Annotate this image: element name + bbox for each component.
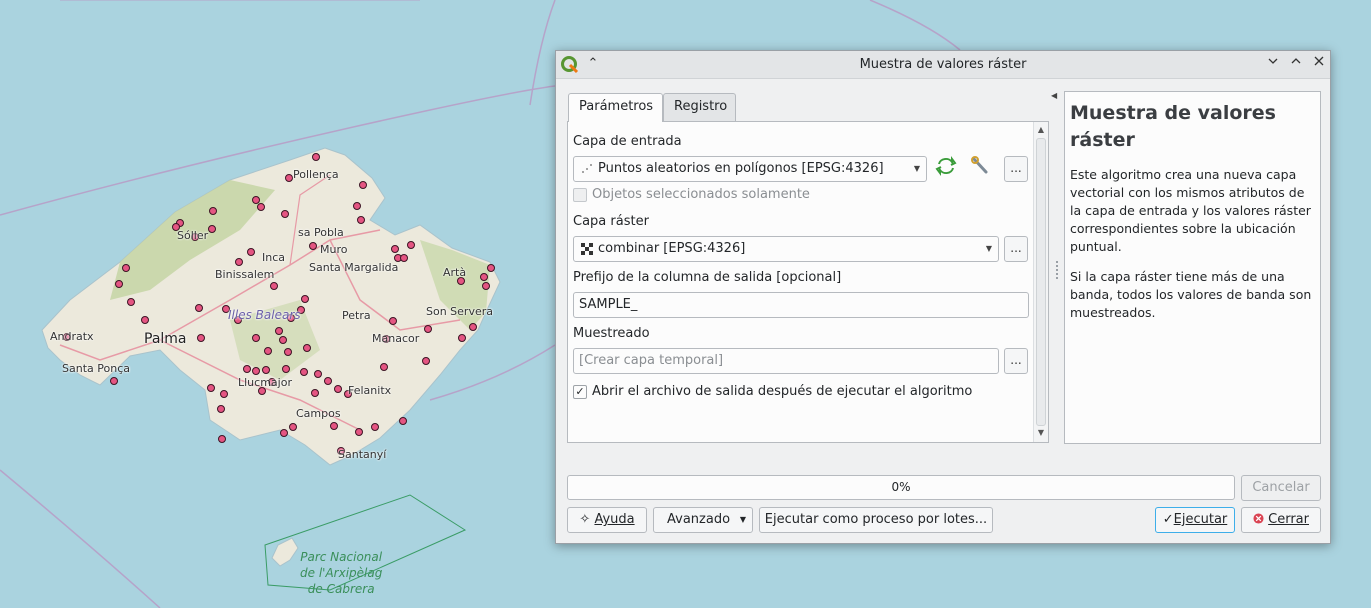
help-star-icon: ✧ [579, 512, 591, 527]
close-button-label: Cerrar [1268, 512, 1309, 527]
selected-only-checkbox[interactable] [573, 188, 587, 202]
map-label-sa-pobla: sa Pobla [298, 226, 344, 239]
help-title: Muestra de valores ráster [1070, 102, 1276, 151]
help-panel: Muestra de valores ráster Este algoritmo… [1064, 91, 1321, 444]
open-output-label: Abrir el archivo de salida después de ej… [592, 384, 973, 399]
close-button[interactable]: Cerrar [1241, 507, 1321, 533]
map-label-manacor: Manacor [372, 332, 420, 345]
iterate-button[interactable] [933, 156, 959, 182]
scroll-thumb[interactable] [1036, 138, 1046, 426]
input-layer-value: Puntos aleatorios en polígonos [EPSG:432… [598, 161, 884, 176]
run-button[interactable]: ✓Ejecutar [1155, 507, 1235, 533]
map-label-inca: Inca [262, 251, 286, 264]
prefix-label: Prefijo de la columna de salida [opciona… [573, 270, 842, 285]
dropdown-arrow-icon: ▼ [739, 515, 746, 524]
close-circle-icon [1253, 513, 1264, 524]
point-layer-icon [582, 163, 592, 173]
raster-layer-value: combinar [EPSG:4326] [598, 241, 746, 256]
dropdown-arrow-icon: ▼ [913, 164, 920, 173]
sampled-output-browse-button[interactable]: ... [1004, 348, 1028, 374]
splitter-handle[interactable] [1056, 261, 1058, 279]
checkmark-icon: ✓ [1162, 512, 1174, 527]
advanced-button-label: Avanzado [667, 512, 731, 527]
iterate-icon [935, 156, 957, 176]
sampled-label: Muestreado [573, 326, 650, 341]
map-label-andratx: Andratx [50, 330, 94, 343]
open-output-checkbox[interactable]: ✓ [573, 385, 587, 399]
map-label-campos: Campos [296, 407, 341, 420]
map-label-santanyi: Santanyí [338, 448, 387, 461]
input-layer-combo[interactable]: Puntos aleatorios en polígonos [EPSG:432… [573, 156, 927, 182]
map-label-santa-margalida: Santa Margalida [309, 261, 399, 274]
chevron-up-icon [1291, 58, 1301, 64]
map-label-binissalem: Binissalem [215, 268, 275, 281]
raster-layer-combo[interactable]: combinar [EPSG:4326] ▼ [573, 236, 999, 262]
map-label-santa-ponca: Santa Ponça [62, 362, 130, 375]
progress-bar: 0% [567, 475, 1235, 500]
raster-layer-icon [581, 242, 593, 255]
run-button-label: Ejecutar [1173, 512, 1228, 527]
map-label-llucmajor: Llucmajor [238, 376, 292, 389]
sampled-output-input[interactable]: [Crear capa temporal] [573, 348, 999, 374]
help-button[interactable]: ✧ Ayuda [567, 507, 647, 533]
selected-only-label: Objetos seleccionados solamente [592, 187, 810, 202]
tab-parametros[interactable]: Parámetros [568, 93, 663, 122]
cancel-button[interactable]: Cancelar [1241, 475, 1321, 501]
map-label-muro: Muro [320, 243, 348, 256]
map-label-palma: Palma [144, 331, 187, 347]
map-label-felanitx: Felanitx [348, 384, 392, 397]
tab-registro[interactable]: Registro [663, 93, 736, 121]
map-label-pollenca: Pollença [293, 168, 339, 181]
map-label-son-servera: Son Servera [426, 305, 493, 318]
parameters-panel: Capa de entrada Puntos aleatorios en pol… [567, 121, 1049, 443]
raster-layer-browse-button[interactable]: ... [1004, 236, 1028, 262]
input-layer-browse-button[interactable]: ... [1004, 156, 1028, 182]
map-label-parc-nacional: Parc Nacional de l'Arxipèlag de Cabrera [300, 550, 383, 596]
parameters-scrollbar[interactable]: ▲ ▼ [1033, 122, 1048, 442]
sample-raster-dialog: ⌃ Muestra de valores ráster Parámetros R… [555, 50, 1331, 544]
scroll-down-icon[interactable]: ▼ [1034, 426, 1048, 440]
dialog-titlebar[interactable]: ⌃ Muestra de valores ráster [556, 51, 1330, 79]
input-layer-label: Capa de entrada [573, 134, 682, 149]
raster-layer-label: Capa ráster [573, 214, 649, 229]
collapse-help-icon[interactable]: ◀ [1051, 91, 1057, 100]
map-label-illes-balears: Illes Balears [228, 308, 301, 322]
map-label-petra: Petra [342, 309, 371, 322]
scroll-up-icon[interactable]: ▲ [1034, 123, 1048, 137]
advanced-dropdown-button[interactable]: Avanzado ▼ [653, 507, 753, 533]
close-window-button[interactable] [1310, 55, 1328, 73]
help-paragraph-1: Este algoritmo crea una nueva capa vecto… [1070, 167, 1311, 254]
wrench-icon [971, 156, 988, 174]
maximize-button[interactable] [1287, 55, 1305, 73]
close-icon [1314, 56, 1324, 66]
run-batch-button[interactable]: Ejecutar como proceso por lotes... [759, 507, 993, 533]
chevron-down-icon [1268, 58, 1278, 64]
prefix-input[interactable]: SAMPLE_ [573, 292, 1029, 318]
dialog-title: Muestra de valores ráster [859, 57, 1027, 72]
map-label-soller: Sóller [177, 229, 209, 242]
help-paragraph-2: Si la capa ráster tiene más de una banda… [1070, 269, 1312, 320]
help-button-label: Ayuda [594, 512, 635, 527]
minimize-button[interactable] [1264, 55, 1282, 73]
dropdown-arrow-icon: ▼ [985, 244, 992, 253]
advanced-options-button[interactable] [968, 156, 994, 182]
map-label-arta: Artà [443, 266, 467, 279]
